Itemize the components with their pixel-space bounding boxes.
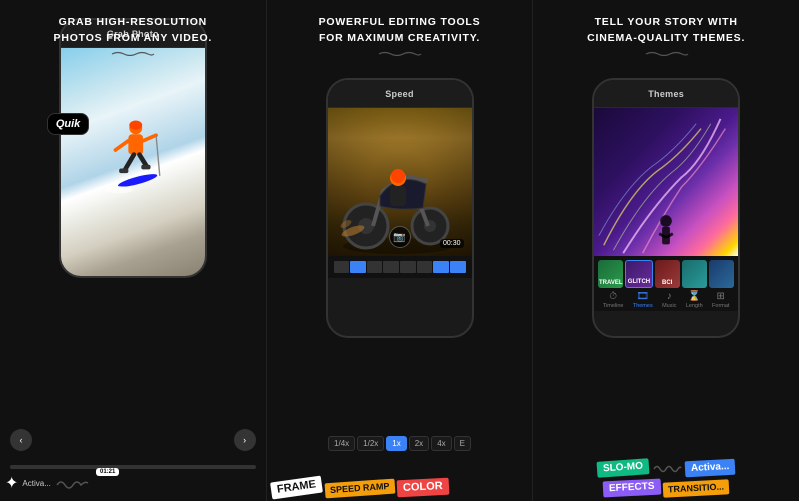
stickers-row-2: FRAME SPEED RAMP COLOR bbox=[267, 479, 533, 496]
phone-content-3: TRAVEL GLITCH BCI bbox=[594, 108, 738, 336]
seg-1 bbox=[334, 261, 350, 273]
seg-4 bbox=[383, 261, 399, 273]
sticker-speed-ramp: SPEED RAMP bbox=[324, 479, 394, 499]
phone-wrapper-2-outer: Speed bbox=[326, 78, 474, 338]
camera-btn[interactable]: 📷 bbox=[389, 226, 411, 248]
panel-bottom-3: SLO-MO Activa... EFFECTS TRANSITIO... bbox=[533, 411, 799, 501]
quik-badge: Quik bbox=[47, 113, 89, 135]
moto-bg: 📷 00:30 bbox=[328, 108, 472, 256]
theme-thumb-3[interactable]: BCI bbox=[655, 260, 680, 288]
activated-text-1: Activa... bbox=[22, 479, 50, 488]
speed-buttons-row: 1/4x 1/2x 1x 2x 4x E bbox=[272, 436, 528, 451]
themes-bottom: TRAVEL GLITCH BCI bbox=[594, 256, 738, 311]
wave-squiggle bbox=[652, 461, 682, 475]
panel-speed: POWERFUL EDITING TOOLSFOR MAXIMUM CREATI… bbox=[267, 0, 534, 501]
activated-row-1: ✦ Activa... bbox=[5, 473, 261, 493]
stickers-bottom-row-3: SLO-MO Activa... bbox=[597, 460, 735, 476]
speed-btn-2x[interactable]: 2x bbox=[409, 436, 429, 451]
panel-title-2-wrap: POWERFUL EDITING TOOLSFOR MAXIMUM CREATI… bbox=[267, 15, 533, 68]
squiggle-3 bbox=[644, 51, 689, 56]
speed-btn-e[interactable]: E bbox=[454, 436, 471, 451]
speed-btn-025[interactable]: 1/4x bbox=[328, 436, 355, 451]
sticker-activated-3: Activa... bbox=[685, 459, 736, 478]
light-trails bbox=[594, 108, 738, 256]
seg-8 bbox=[450, 261, 466, 273]
phone-header-2: Speed bbox=[328, 80, 472, 108]
panel-bottom-2: 1/4x 1/2x 1x 2x 4x E FRAME SPEED RAMP CO… bbox=[267, 411, 533, 501]
arrow-row-1: ‹ › bbox=[0, 429, 266, 451]
sticker-slomo: SLO-MO bbox=[597, 458, 650, 478]
theme-thumb-2[interactable]: GLITCH bbox=[625, 260, 652, 288]
sticker-frame: FRAME bbox=[270, 476, 323, 500]
seg-6 bbox=[417, 261, 433, 273]
squiggle-bottom-1 bbox=[55, 477, 90, 489]
squiggle-1 bbox=[110, 51, 155, 56]
nav-timeline[interactable]: ⏱ Timeline bbox=[603, 291, 624, 309]
panel-bottom-1: ‹ › 01:21 ✦ Activa... bbox=[0, 411, 266, 501]
light-trails-svg bbox=[594, 108, 738, 256]
panel-title-3: TELL YOUR STORY WITHCINEMA-QUALITY THEME… bbox=[533, 15, 799, 47]
theme-thumb-5[interactable] bbox=[709, 260, 734, 288]
nav-format[interactable]: ⊞ Format bbox=[712, 291, 729, 309]
speed-btn-05[interactable]: 1/2x bbox=[357, 436, 384, 451]
snowboarder-bg bbox=[61, 48, 205, 276]
phone-content-2: 📷 00:30 bbox=[328, 108, 472, 336]
speed-btn-4x[interactable]: 4x bbox=[431, 436, 451, 451]
panel-themes: TELL YOUR STORY WITHCINEMA-QUALITY THEME… bbox=[533, 0, 799, 501]
phone-2: Speed bbox=[326, 78, 474, 338]
speed-timeline bbox=[334, 261, 466, 273]
seg-3 bbox=[367, 261, 383, 273]
phone-3: Themes bbox=[592, 78, 740, 338]
panel-title-1: GRAB HIGH-RESOLUTIONPHOTOS FROM ANY VIDE… bbox=[0, 15, 266, 68]
phone-content-1 bbox=[61, 48, 205, 276]
sticker-transitions: TRANSITIO... bbox=[663, 479, 730, 497]
seg-5 bbox=[400, 261, 416, 273]
speed-btn-1x[interactable]: 1x bbox=[386, 436, 406, 451]
stickers-bottom-row-3b: EFFECTS TRANSITIO... bbox=[603, 480, 730, 496]
snowboarder-figure bbox=[98, 102, 168, 222]
main-container: Quik Grab Photo bbox=[0, 0, 799, 501]
seg-7 bbox=[433, 261, 449, 273]
panel-title-3-wrap: TELL YOUR STORY WITHCINEMA-QUALITY THEME… bbox=[533, 15, 799, 68]
panel-title-2: POWERFUL EDITING TOOLSFOR MAXIMUM CREATI… bbox=[267, 15, 533, 47]
seg-2 bbox=[350, 261, 366, 273]
themes-nav: ⏱ Timeline 🎞 Themes ♪ Music bbox=[598, 291, 734, 309]
phone-wrapper-3-outer: Themes bbox=[592, 78, 740, 338]
themes-thumbnails: TRAVEL GLITCH BCI bbox=[598, 260, 734, 288]
nav-music[interactable]: ♪ Music bbox=[662, 291, 676, 309]
sticker-effects: EFFECTS bbox=[603, 479, 661, 498]
nav-themes[interactable]: 🎞 Themes bbox=[633, 291, 653, 309]
theme-thumb-4[interactable] bbox=[682, 260, 707, 288]
panel-grab-photo: Quik Grab Photo bbox=[0, 0, 267, 501]
themes-bg bbox=[594, 108, 738, 256]
speed-controls bbox=[328, 256, 472, 278]
squiggle-2 bbox=[377, 51, 422, 56]
left-arrow-1[interactable]: ‹ bbox=[10, 429, 32, 451]
star-icon-1: ✦ bbox=[5, 473, 18, 493]
right-arrow-1[interactable]: › bbox=[234, 429, 256, 451]
time-badge: 00:30 bbox=[440, 239, 464, 248]
timeline-row-1: 01:21 bbox=[10, 465, 256, 469]
sticker-color: COLOR bbox=[397, 478, 450, 498]
nav-length[interactable]: ⌛ Length bbox=[686, 291, 703, 309]
theme-thumb-1[interactable]: TRAVEL bbox=[598, 260, 623, 288]
phone-header-3: Themes bbox=[594, 80, 738, 108]
